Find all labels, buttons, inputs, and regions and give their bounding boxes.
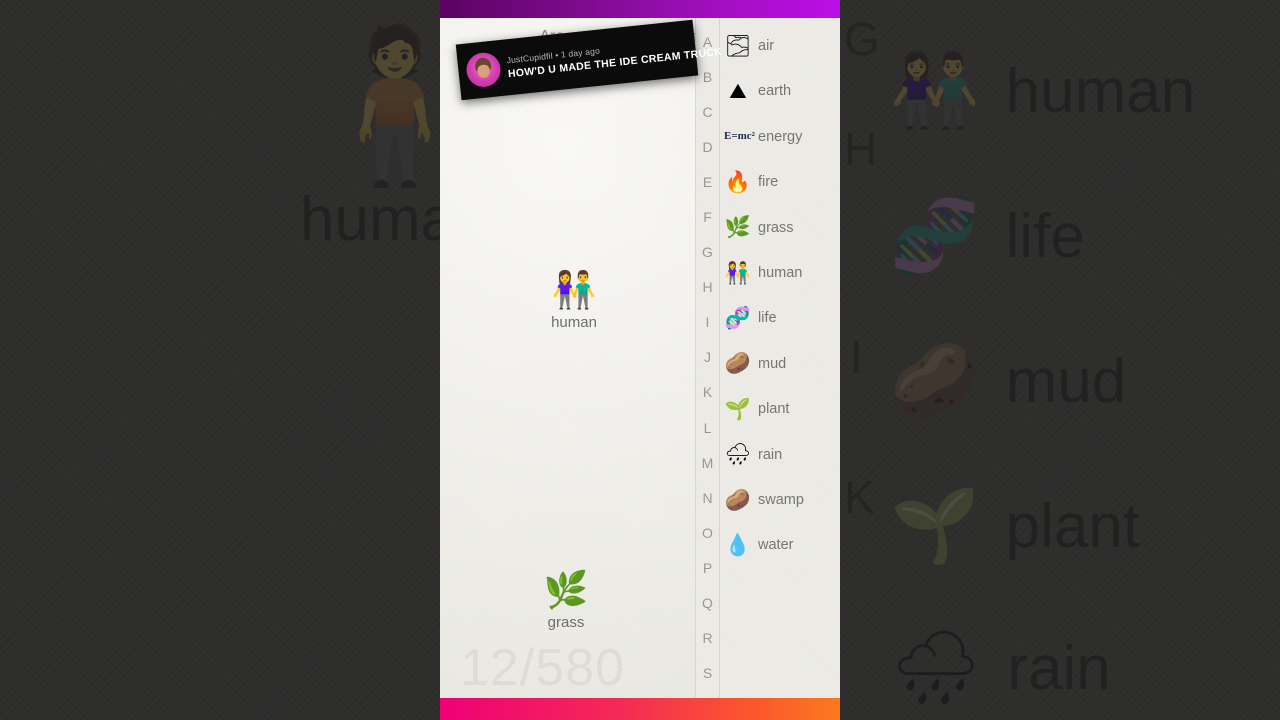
element-row-human[interactable]: 👫 human	[724, 258, 840, 288]
element-row-mud[interactable]: 🥔 mud	[724, 349, 840, 379]
workspace-item-human[interactable]: 👫 human	[524, 269, 624, 332]
index-letter-h[interactable]: H	[702, 270, 712, 305]
element-row-fire[interactable]: 🔥 fire	[724, 167, 840, 197]
element-label: fire	[758, 174, 779, 191]
element-label: grass	[758, 219, 794, 236]
element-label: plant	[758, 401, 790, 418]
element-label: swamp	[758, 492, 804, 508]
index-letter-j[interactable]: J	[704, 340, 711, 375]
element-row-plant[interactable]: 🌱 plant	[724, 394, 840, 424]
element-row-swamp[interactable]: 🥔 swamp	[724, 485, 840, 515]
comment-text-column: JustCupidfil • 1 day ago HOW'D U MADE TH…	[506, 32, 723, 80]
human-icon: 👫	[724, 261, 752, 285]
workspace-item-grass[interactable]: 🌿 grass	[516, 569, 616, 632]
index-letter-q[interactable]: Q	[702, 586, 713, 621]
plant-icon: 🌱	[724, 397, 752, 421]
element-row-rain[interactable]: 🌧 rain	[724, 440, 840, 470]
background-right-pane: G H I K 👫 human 🧬 life 🥔 mud 🌱 plant 🌧 r…	[840, 0, 1280, 720]
energy-icon: E=mc²	[724, 130, 755, 143]
top-gradient-bar	[440, 0, 840, 18]
index-letter-o[interactable]: O	[702, 515, 713, 550]
element-label: energy	[758, 128, 803, 145]
grass-icon: 🌿	[724, 216, 752, 240]
index-letter-f[interactable]: F	[703, 199, 712, 234]
element-row-energy[interactable]: E=mc² energy	[724, 122, 840, 152]
index-letter-b[interactable]: B	[703, 59, 712, 94]
element-label: water	[758, 537, 794, 554]
element-row-grass[interactable]: 🌿 grass	[724, 213, 840, 243]
element-row-earth[interactable]: ⛰ earth	[724, 76, 840, 106]
swamp-icon: 🥔	[724, 488, 752, 512]
human-icon: 👫	[551, 269, 597, 310]
element-row-life[interactable]: 🧬 life	[724, 303, 840, 333]
element-panel: ABCDEFGHIJKLMNOPQRS 🌫 air ⛰ earth E=mc² energ…	[695, 18, 840, 698]
index-letter-g[interactable]: G	[702, 235, 713, 270]
fire-icon: 🔥	[724, 170, 752, 194]
index-letter-k[interactable]: K	[703, 375, 712, 410]
index-letter-n[interactable]: N	[702, 480, 712, 515]
earth-icon: ⛰	[729, 79, 747, 103]
phone-viewport: Are you stuck? Need a hint? JustCupidfil…	[440, 0, 840, 720]
index-letter-l[interactable]: L	[704, 410, 712, 445]
element-label: rain	[758, 446, 783, 463]
bottom-gradient-bar	[440, 698, 840, 720]
element-label: air	[758, 38, 775, 54]
life-icon: 🧬	[724, 306, 752, 330]
background-dim-left	[0, 0, 440, 720]
workspace-item-label: grass	[547, 614, 585, 631]
index-letter-s[interactable]: S	[703, 656, 712, 691]
avatar	[464, 51, 503, 89]
element-label: mud	[758, 355, 787, 372]
mud-icon: 🥔	[724, 352, 752, 376]
alphabet-index[interactable]: ABCDEFGHIJKLMNOPQRS	[696, 18, 720, 698]
element-label: life	[758, 310, 777, 327]
element-counter: 12/580	[460, 639, 626, 697]
index-letter-d[interactable]: D	[702, 129, 712, 164]
element-row-air[interactable]: 🌫 air	[724, 31, 840, 61]
element-label: human	[758, 265, 803, 281]
rain-icon: 🌧	[724, 443, 752, 467]
element-row-water[interactable]: 💧 water	[724, 530, 840, 560]
index-letter-c[interactable]: C	[702, 94, 712, 129]
background-dim-right	[840, 0, 1280, 720]
index-letter-m[interactable]: M	[702, 445, 714, 480]
index-letter-i[interactable]: I	[706, 305, 710, 340]
air-icon: 🌫	[724, 34, 752, 58]
grass-icon: 🌿	[543, 569, 589, 610]
water-icon: 💧	[724, 533, 752, 557]
element-list: 🌫 air ⛰ earth E=mc² energy 🔥 fire 🌿 grass 👫 human 🧬 l…	[720, 18, 840, 698]
index-letter-e[interactable]: E	[703, 164, 712, 199]
background-left-pane: 🧍 human	[0, 0, 440, 720]
workspace-item-label: human	[551, 314, 597, 331]
index-letter-p[interactable]: P	[703, 550, 712, 585]
element-label: earth	[758, 83, 792, 100]
index-letter-r[interactable]: R	[702, 621, 712, 656]
